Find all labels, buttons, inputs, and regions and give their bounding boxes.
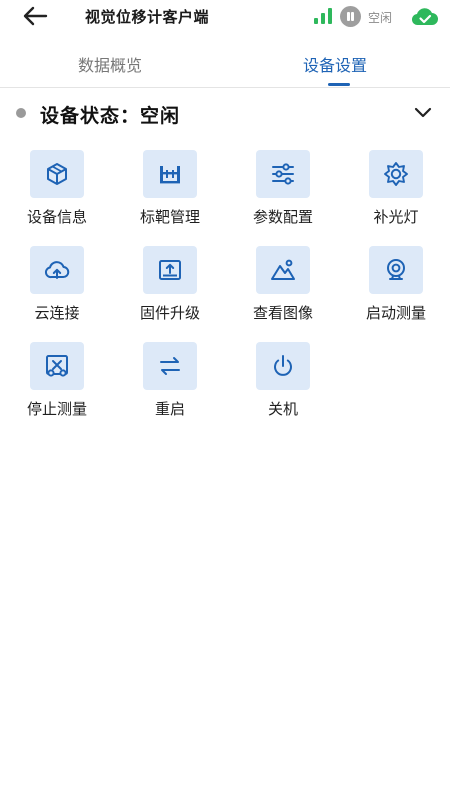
power-icon <box>274 355 292 376</box>
function-label: 标靶管理 <box>139 208 200 226</box>
function-label: 云连接 <box>34 304 80 322</box>
function-tile <box>143 246 197 294</box>
function-tile <box>143 150 197 198</box>
function-shutdown[interactable]: 关机 <box>235 342 331 426</box>
camera-icon <box>387 259 405 280</box>
chevron-down-icon[interactable] <box>413 106 433 120</box>
function-fill-light[interactable]: 补光灯 <box>348 150 444 234</box>
status-dot <box>16 108 26 118</box>
function-target-management[interactable]: 标靶管理 <box>122 150 218 234</box>
function-tile <box>369 150 423 198</box>
function-stop-measurement[interactable]: 停止测量 <box>9 342 105 426</box>
firmware-upgrade-icon <box>159 260 181 280</box>
device-status-text: 设备状态：空闲 <box>40 105 181 127</box>
tab-data-overview[interactable]: 数据概览 <box>78 52 142 76</box>
cloud-check-icon <box>411 8 438 26</box>
function-label: 重启 <box>154 400 185 418</box>
function-tile <box>256 246 310 294</box>
function-label: 关机 <box>267 400 298 418</box>
signal-strength-icon <box>314 8 332 24</box>
function-firmware-upgrade[interactable]: 固件升级 <box>122 246 218 330</box>
pause-status-icon <box>340 6 361 27</box>
light-icon <box>384 162 408 186</box>
function-label: 参数配置 <box>252 208 313 226</box>
top-bar: 视觉位移计客户端 空闲 <box>0 0 450 34</box>
function-tile <box>30 150 84 198</box>
function-tile <box>256 342 310 390</box>
cloud-upload-icon <box>44 261 70 279</box>
function-cloud-connect[interactable]: 云连接 <box>9 246 105 330</box>
function-tile <box>143 342 197 390</box>
function-parameter-config[interactable]: 参数配置 <box>235 150 331 234</box>
restart-icon <box>160 357 180 375</box>
tab-device-settings[interactable]: 设备设置 <box>303 52 367 76</box>
function-label: 启动测量 <box>365 304 426 322</box>
back-arrow-icon[interactable] <box>22 5 48 27</box>
cube-icon <box>47 163 67 185</box>
function-device-info[interactable]: 设备信息 <box>9 150 105 234</box>
device-status-row[interactable]: 设备状态：空闲 <box>0 96 450 136</box>
image-icon <box>271 259 295 280</box>
app-title: 视觉位移计客户端 <box>85 8 210 26</box>
function-view-image[interactable]: 查看图像 <box>235 246 331 330</box>
function-start-measurement[interactable]: 启动测量 <box>348 246 444 330</box>
sliders-icon <box>272 163 294 185</box>
tab-bar: 数据概览 设备设置 <box>0 40 450 88</box>
function-tile <box>30 246 84 294</box>
function-label: 固件升级 <box>139 304 200 322</box>
active-tab-indicator <box>328 83 350 86</box>
function-label: 设备信息 <box>26 208 87 226</box>
function-tile <box>30 342 84 390</box>
function-tile <box>256 150 310 198</box>
connection-status-text: 空闲 <box>368 11 393 25</box>
function-tile <box>369 246 423 294</box>
function-restart[interactable]: 重启 <box>122 342 218 426</box>
function-label: 查看图像 <box>252 304 313 322</box>
function-label: 补光灯 <box>373 208 419 226</box>
function-label: 停止测量 <box>26 400 87 418</box>
target-icon <box>160 166 180 184</box>
stop-measure-icon <box>46 355 68 377</box>
